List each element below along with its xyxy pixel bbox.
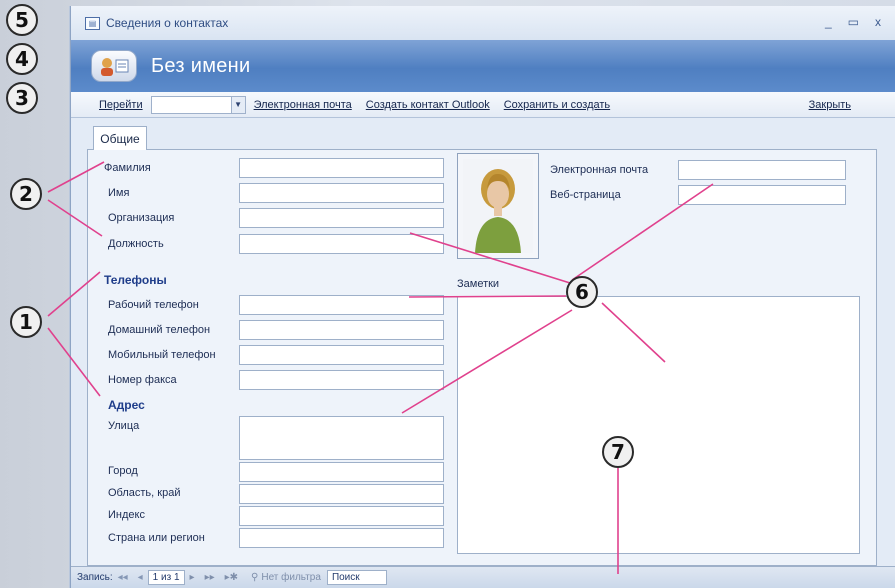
window-controls: _ ▭ x	[825, 15, 881, 29]
current-record-field[interactable]: 1 из 1	[147, 570, 185, 585]
record-title: Без имени	[151, 54, 251, 77]
contact-card-icon	[91, 50, 137, 82]
chevron-down-icon[interactable]: ▼	[230, 96, 245, 113]
general-panel: Фамилия Имя Организация Должность Телефо…	[87, 149, 877, 566]
notes-label: Заметки	[457, 278, 500, 290]
callout-7: 7	[602, 436, 634, 468]
callout-3: 3	[6, 82, 38, 114]
first-record-button[interactable]: ◂◂	[118, 572, 128, 583]
callout-2: 2	[10, 178, 42, 210]
next-record-button[interactable]: ▸	[190, 572, 195, 583]
lastname-label: Фамилия	[104, 162, 151, 174]
callout-1: 1	[10, 306, 42, 338]
street-label: Улица	[108, 420, 140, 432]
city-label: Город	[108, 465, 138, 477]
country-label: Страна или регион	[108, 532, 205, 544]
email-field[interactable]	[678, 160, 846, 180]
city-field[interactable]	[239, 462, 444, 482]
contact-photo[interactable]	[457, 153, 539, 259]
form-area: Общие Фамилия Имя Организация Должность …	[87, 126, 877, 566]
record-label: Запись:	[77, 572, 113, 583]
search-box[interactable]: Поиск	[326, 570, 387, 585]
window-title: Сведения о контактах	[106, 16, 229, 30]
address-heading: Адрес	[108, 398, 145, 412]
callout-5: 5	[6, 4, 38, 36]
prev-record-button[interactable]: ◂	[138, 572, 143, 583]
filter-status[interactable]: Нет фильтра	[261, 572, 321, 583]
work-phone-label: Рабочий телефон	[108, 299, 199, 311]
home-phone-field[interactable]	[239, 320, 444, 340]
create-outlook-contact-link[interactable]: Создать контакт Outlook	[366, 99, 490, 111]
form-toolbar: Перейти ▼ Электронная почта Создать конт…	[71, 92, 895, 118]
notes-field[interactable]	[457, 296, 860, 554]
fax-field[interactable]	[239, 370, 444, 390]
goto-combobox[interactable]: ▼	[150, 95, 246, 114]
record-navigation-bar: Запись: ◂◂ ◂ 1 из 1 ▸ ▸▸ ▸✱ ⚲ Нет фильтр…	[71, 566, 895, 588]
mobile-phone-field[interactable]	[239, 345, 444, 365]
email-link[interactable]: Электронная почта	[254, 99, 352, 111]
region-field[interactable]	[239, 484, 444, 504]
title-bar: ▤ Сведения о контактах _ ▭ x	[71, 6, 895, 40]
company-field[interactable]	[239, 208, 444, 228]
email-label: Электронная почта	[550, 164, 649, 176]
save-and-new-link[interactable]: Сохранить и создать	[504, 99, 610, 111]
company-label: Организация	[108, 212, 175, 224]
zip-field[interactable]	[239, 506, 444, 526]
jobtitle-label: Должность	[108, 238, 164, 250]
home-phone-label: Домашний телефон	[108, 324, 211, 336]
fax-label: Номер факса	[108, 374, 177, 386]
firstname-field[interactable]	[239, 183, 444, 203]
form-icon: ▤	[85, 16, 100, 30]
work-phone-field[interactable]	[239, 295, 444, 315]
firstname-label: Имя	[108, 187, 130, 199]
region-label: Область, край	[108, 487, 181, 499]
minimize-button[interactable]: _	[825, 15, 832, 29]
filter-icon: ⚲	[251, 572, 259, 583]
last-record-button[interactable]: ▸▸	[205, 572, 215, 583]
country-field[interactable]	[239, 528, 444, 548]
callout-4: 4	[6, 43, 38, 75]
close-window-button[interactable]: x	[875, 15, 881, 29]
phones-heading: Телефоны	[104, 273, 167, 287]
lastname-field[interactable]	[239, 158, 444, 178]
goto-label: Перейти	[99, 98, 143, 111]
close-form-link[interactable]: Закрыть	[809, 99, 851, 111]
callout-6: 6	[566, 276, 598, 308]
street-field[interactable]	[239, 416, 444, 460]
maximize-button[interactable]: ▭	[848, 15, 859, 29]
form-header: Без имени	[71, 40, 895, 92]
contact-details-window: ▤ Сведения о контактах _ ▭ x Без имени П…	[70, 6, 895, 588]
webpage-label: Веб-страница	[550, 189, 621, 201]
webpage-field[interactable]	[678, 185, 846, 205]
mobile-phone-label: Мобильный телефон	[108, 349, 216, 361]
new-record-button[interactable]: ▸✱	[225, 572, 238, 583]
zip-label: Индекс	[108, 509, 145, 521]
tab-general[interactable]: Общие	[93, 126, 147, 150]
jobtitle-field[interactable]	[239, 234, 444, 254]
